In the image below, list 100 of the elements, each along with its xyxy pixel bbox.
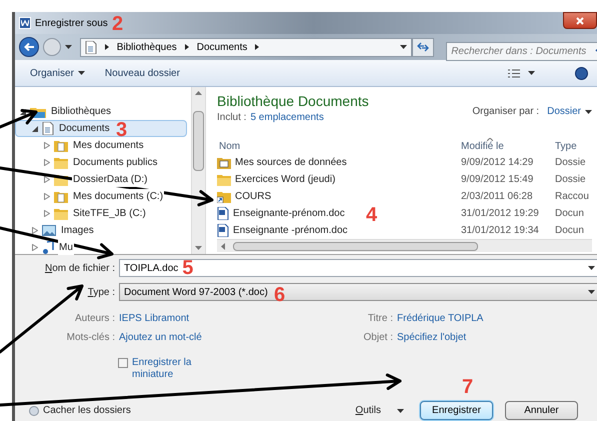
- arrange-by-dropdown[interactable]: Dossier: [547, 104, 592, 119]
- breadcrumb-item[interactable]: Documents: [196, 40, 248, 54]
- column-header[interactable]: Modifié le: [459, 137, 553, 154]
- collapsed-triangle-icon: [44, 159, 50, 166]
- dropdown-caret-icon: [585, 110, 592, 114]
- column-header[interactable]: Type: [553, 137, 597, 154]
- metadata-value-link[interactable]: Spécifiez l'objet: [397, 330, 597, 345]
- annotation-number: 4: [366, 205, 378, 225]
- special-folder-icon: [217, 156, 231, 168]
- file-name-cell[interactable]: Enseignante-prénom.doc: [217, 206, 345, 221]
- folder-tree-item[interactable]: Documents publics: [15, 154, 187, 171]
- file-type-cell-text: Docun: [554, 224, 585, 238]
- file-type-cell-text: Dossie: [554, 156, 587, 170]
- metadata-value-link[interactable]: Ajoutez un mot-clé: [119, 330, 289, 345]
- document-folder-icon: [54, 190, 68, 202]
- file-name-cell[interactable]: COURS: [217, 189, 272, 204]
- thumbnail-label[interactable]: Enregistrer la miniature: [132, 357, 202, 381]
- scroll-down-arrow-icon[interactable]: [195, 246, 202, 250]
- file-name-cell[interactable]: Enseignante -prénom.doc: [217, 223, 348, 238]
- back-button[interactable]: [19, 37, 39, 57]
- locations-link[interactable]: 5 emplacements: [250, 110, 324, 125]
- file-type-cell-text: Raccou: [554, 190, 590, 204]
- collapsed-triangle-icon: [44, 142, 50, 149]
- folder-icon: [54, 208, 68, 220]
- column-header[interactable]: Nom: [217, 137, 459, 154]
- toolbar-button[interactable]: Organiser: [30, 66, 85, 80]
- dropdown-caret-icon: [78, 71, 85, 75]
- horizontal-scrollbar[interactable]: [217, 239, 592, 252]
- shortcut-folder-icon: [217, 190, 231, 202]
- scroll-up-arrow-icon[interactable]: [195, 91, 202, 95]
- folder-tree-item[interactable]: Mu: [15, 239, 187, 256]
- address-bar[interactable]: Bibliothèques Documents: [80, 38, 412, 56]
- tools-button[interactable]: Outils: [355, 403, 404, 418]
- breadcrumb-arrow-icon: [255, 44, 260, 50]
- breadcrumb-arrow-icon: [184, 44, 189, 50]
- metadata-label: Titre :: [366, 312, 393, 326]
- expanded-triangle-icon: [32, 126, 38, 132]
- word-document-icon: [217, 207, 229, 220]
- vertical-scrollbar[interactable]: [191, 87, 206, 254]
- image-icon: [42, 225, 56, 236]
- file-type-cell-text: Dossie: [554, 173, 587, 187]
- modified-date-cell-text: 9/09/2012 15:49: [460, 173, 534, 187]
- folder-tree-item[interactable]: SiteTFE_JB (C:): [15, 205, 187, 222]
- file-type-label: Type :: [86, 286, 115, 300]
- modified-date-cell-text: 31/01/2012 19:29: [460, 207, 540, 221]
- metadata-label: Auteurs :: [74, 312, 115, 326]
- dialog-button[interactable]: Enregistrer: [420, 401, 493, 420]
- dropdown-caret-icon: [528, 71, 535, 75]
- help-icon[interactable]: [575, 66, 588, 80]
- arrange-by-label: Organiser par :: [472, 105, 540, 119]
- metadata-value-link[interactable]: IEPS Libramont: [119, 311, 289, 326]
- music-note-icon: [42, 241, 54, 254]
- document-icon: [84, 40, 97, 54]
- back-arrow-icon: [24, 43, 34, 51]
- modified-date-cell-text: 9/09/2012 14:29: [460, 156, 534, 170]
- metadata-value-link[interactable]: Frédérique TOIPLA: [397, 311, 597, 326]
- breadcrumb-item[interactable]: Bibliothèques: [116, 40, 177, 54]
- scroll-left-arrow-icon[interactable]: [221, 242, 225, 250]
- hide-folders-button[interactable]: Cacher les dossiers: [29, 403, 131, 418]
- filename-label: Nom de fichier :: [44, 262, 115, 276]
- close-button[interactable]: [563, 12, 597, 29]
- folder-tree-item[interactable]: Images: [15, 222, 187, 239]
- dialog-button[interactable]: Annuler: [505, 401, 578, 420]
- annotation-arrow: [0, 109, 38, 128]
- folder-tree-item[interactable]: Mes documents: [15, 137, 187, 154]
- document-folder-icon: [54, 140, 68, 152]
- toolbar-button[interactable]: Nouveau dossier: [104, 66, 180, 80]
- collapsed-triangle-icon: [44, 176, 50, 183]
- refresh-icon: [417, 42, 430, 52]
- folder-tree-item[interactable]: Mes documents (C:): [15, 188, 187, 205]
- folder-tree-item[interactable]: Bibliothèques: [15, 103, 187, 120]
- thumbnail-checkbox[interactable]: [118, 358, 128, 368]
- folder-tree-item[interactable]: DossierData (D:): [15, 171, 187, 188]
- search-field[interactable]: Rechercher dans : Documents: [446, 42, 597, 60]
- breadcrumb-arrow-icon: [104, 44, 109, 50]
- annotation-number: 2: [112, 14, 124, 34]
- metadata-label: Objet :: [362, 331, 393, 345]
- collapsed-triangle-icon: [44, 210, 50, 217]
- folder-icon: [217, 174, 231, 186]
- word-document-icon: [217, 224, 229, 237]
- close-icon: [576, 16, 584, 24]
- annotation-number: 3: [116, 120, 128, 140]
- history-caret-icon: [64, 45, 72, 49]
- dropdown-caret-icon: [588, 266, 595, 270]
- list-view-icon: [508, 68, 520, 78]
- file-name-cell[interactable]: Mes sources de données: [217, 155, 347, 170]
- file-name-cell[interactable]: Exercices Word (jeudi): [217, 172, 336, 187]
- view-options-button[interactable]: [508, 68, 535, 78]
- file-type-cell-text: Docun: [554, 207, 585, 221]
- modified-date-cell-text: 2/03/2011 06:28: [460, 190, 534, 204]
- collapsed-triangle-icon: [32, 244, 38, 251]
- document-icon: [42, 122, 54, 135]
- modified-date-cell-text: 31/01/2012 19:34: [460, 224, 540, 238]
- refresh-button[interactable]: [412, 38, 434, 56]
- folder-icon: [54, 156, 68, 168]
- includes-label: Inclut :: [217, 111, 246, 125]
- word-app-icon: [19, 17, 31, 29]
- annotation-number: 5: [182, 258, 194, 278]
- annotation-number: 7: [462, 377, 474, 397]
- library-title: Bibliothèque Documents: [217, 92, 369, 110]
